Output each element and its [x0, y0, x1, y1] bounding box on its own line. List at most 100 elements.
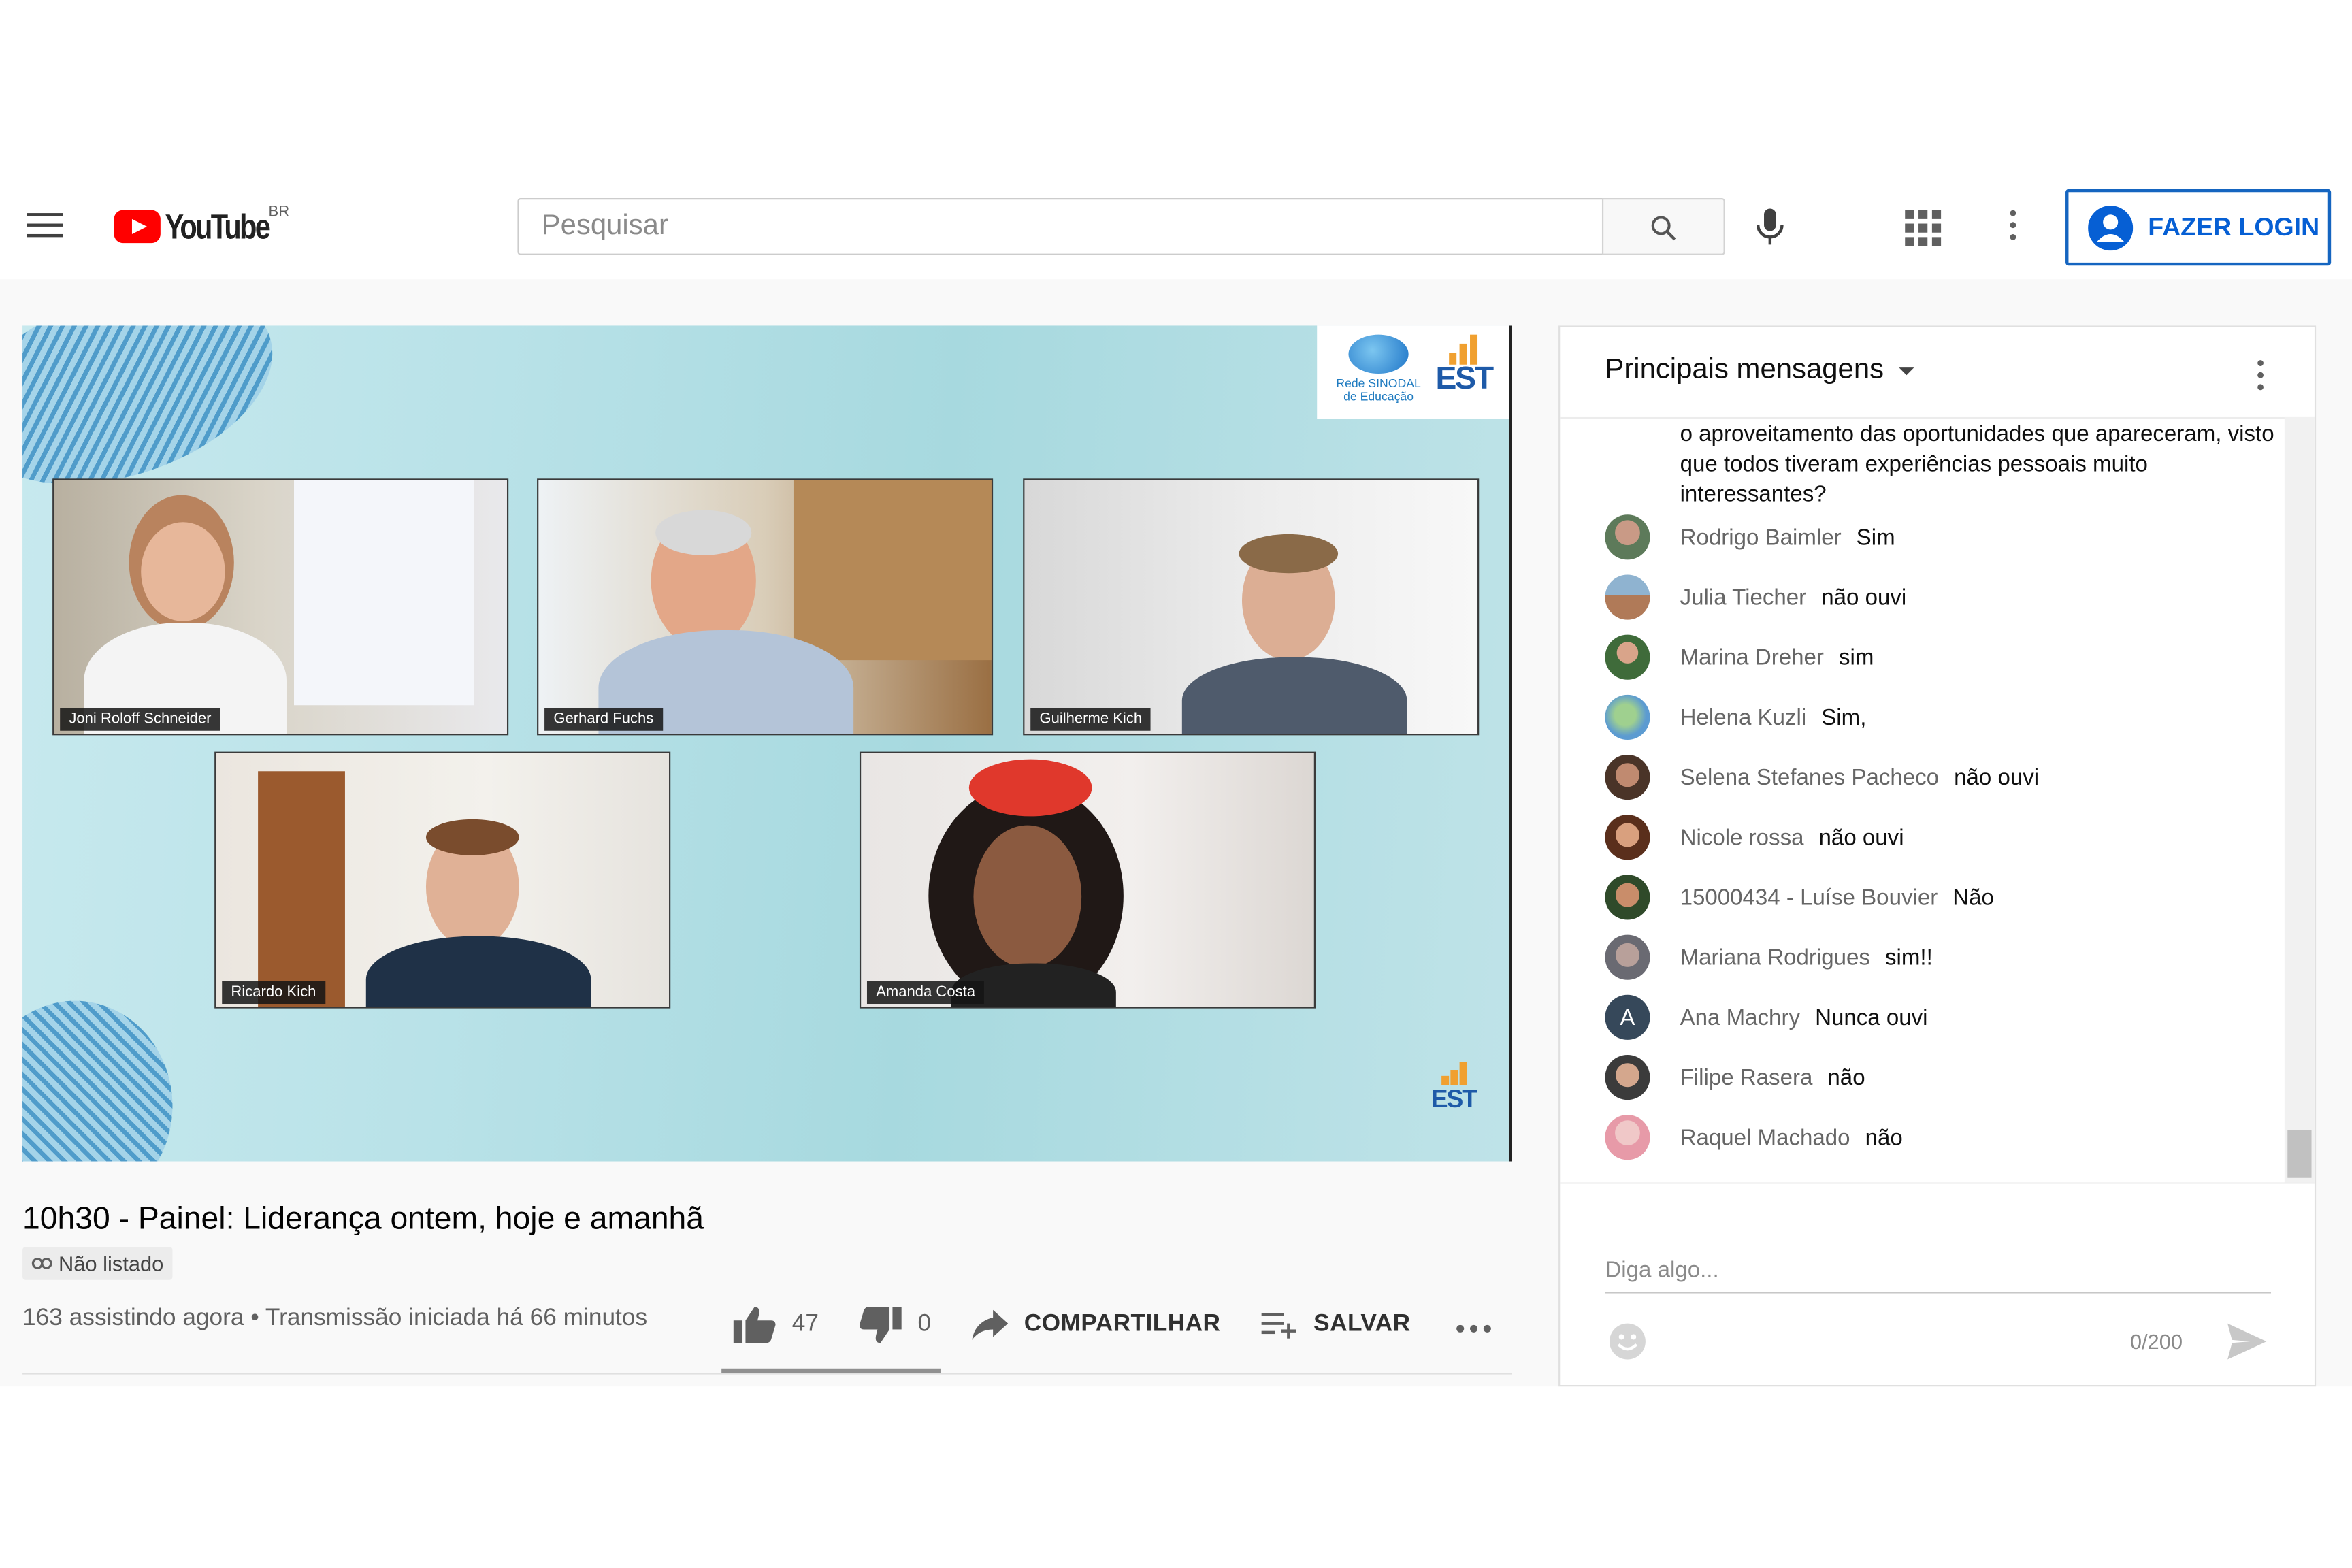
chat-message: A Ana Machry Nunca ouvi	[1605, 994, 2280, 1042]
chat-author: 15000434 - Luíse Bouvier	[1680, 884, 1938, 911]
chat-input-area: 0/200	[1560, 1182, 2315, 1389]
dislike-button[interactable]: 0	[858, 1305, 931, 1344]
chat-text: Sim,	[1821, 704, 1867, 730]
chat-text: Sim	[1856, 524, 1895, 551]
chat-message: 15000434 - Luíse Bouvier Não	[1605, 873, 2280, 921]
avatar[interactable]	[1605, 694, 1650, 740]
apps-grid-icon[interactable]	[1905, 210, 1942, 246]
chat-author: Ana Machry	[1680, 1004, 1801, 1030]
chat-text: não ouvi	[1821, 584, 1907, 610]
video-title: 10h30 - Painel: Liderança ontem, hoje e …	[22, 1202, 704, 1237]
chat-author: Marina Dreher	[1680, 644, 1824, 670]
chat-message: Raquel Machado não	[1605, 1113, 2280, 1162]
char-counter: 0/200	[2129, 1329, 2183, 1354]
chat-mode-dropdown[interactable]: Principais mensagens	[1605, 354, 1914, 387]
share-icon	[971, 1309, 1008, 1340]
sponsor-logos: Rede SINODAL de Educação EST	[1317, 325, 1512, 419]
chat-author: Filipe Rasera	[1680, 1064, 1813, 1090]
chat-message-list[interactable]: o aproveitamento das oportunidades que a…	[1560, 417, 2286, 1182]
search-icon	[1651, 216, 1676, 241]
chat-message: Filipe Rasera não	[1605, 1054, 2280, 1102]
save-label: SALVAR	[1313, 1311, 1411, 1337]
share-button[interactable]: COMPARTILHAR	[970, 1309, 1220, 1342]
watching-count: 163 assistindo agora	[22, 1305, 244, 1331]
participant-name: Gerhard Fuchs	[544, 708, 663, 731]
more-actions-icon[interactable]	[1456, 1324, 1491, 1333]
divider	[22, 1373, 1512, 1375]
chat-text: não ouvi	[1818, 824, 1904, 851]
est-logo: EST	[1431, 331, 1497, 395]
account-circle-icon	[2088, 204, 2134, 250]
more-vert-icon[interactable]	[2257, 360, 2264, 396]
participant-name: Guilherme Kich	[1030, 708, 1152, 731]
chat-mode-label: Principais mensagens	[1605, 354, 1884, 386]
avatar[interactable]	[1605, 574, 1650, 620]
avatar[interactable]	[1605, 1054, 1650, 1100]
avatar[interactable]	[1605, 755, 1650, 800]
avatar[interactable]	[1605, 634, 1650, 680]
rede-sinodal-logo: Rede SINODAL de Educação	[1332, 334, 1425, 404]
chat-text: Nunca ouvi	[1815, 1004, 1928, 1030]
chat-message: Selena Stefanes Pacheco não ouvi	[1605, 753, 2280, 802]
participant-name: Joni Roloff Schneider	[60, 708, 220, 731]
login-label: FAZER LOGIN	[2148, 212, 2320, 241]
more-vert-icon[interactable]	[2007, 210, 2019, 244]
avatar[interactable]	[1605, 815, 1650, 860]
youtube-play-icon	[114, 210, 161, 244]
save-button[interactable]: SALVAR	[1260, 1310, 1411, 1340]
video-actions: 47 0 COMPARTILHAR SALVAR	[732, 1299, 1450, 1350]
send-icon[interactable]	[2226, 1322, 2268, 1368]
avatar[interactable]	[1605, 514, 1650, 560]
participant-tile: Guilherme Kich	[1023, 478, 1480, 736]
rede-logo-line1: Rede SINODAL	[1336, 376, 1421, 391]
like-count: 47	[791, 1311, 819, 1337]
chat-input[interactable]	[1605, 1247, 2272, 1294]
chat-author: Julia Tiecher	[1680, 584, 1807, 610]
thumbs-down-icon	[859, 1307, 902, 1343]
masthead: YouTube BR FAZER LOGIN	[0, 177, 2352, 280]
search-box	[517, 198, 1604, 255]
video-meta: 163 assistindo agora • Transmissão inici…	[22, 1305, 647, 1333]
chat-text: não	[1827, 1064, 1865, 1090]
chat-text: sim!!	[1884, 944, 1933, 970]
scrollbar-thumb[interactable]	[2287, 1130, 2312, 1178]
participant-name: Amanda Costa	[866, 981, 985, 1004]
menu-icon[interactable]	[27, 213, 63, 240]
like-button[interactable]: 47	[732, 1305, 819, 1344]
chat-message: Mariana Rodrigues sim!!	[1605, 933, 2280, 981]
participant-name: Ricardo Kich	[222, 981, 325, 1004]
stream-started: Transmissão iniciada há 66 minutos	[265, 1305, 648, 1331]
sentiment-bar	[721, 1368, 941, 1373]
chat-message: Rodrigo Baimler Sim	[1605, 513, 2280, 561]
video-player[interactable]: Rede SINODAL de Educação EST Joni Roloff…	[22, 325, 1512, 1162]
search-button[interactable]	[1601, 198, 1725, 255]
avatar[interactable]: A	[1605, 994, 1650, 1040]
chat-author: Rodrigo Baimler	[1680, 524, 1842, 551]
avatar[interactable]	[1605, 875, 1650, 920]
playlist-add-icon	[1260, 1313, 1296, 1339]
chat-header: Principais mensagens	[1560, 327, 2315, 419]
rede-logo-line2: de Educação	[1343, 390, 1414, 404]
chat-author: Mariana Rodrigues	[1680, 944, 1870, 970]
chat-text: Não	[1953, 884, 1994, 911]
search-input[interactable]	[519, 199, 1602, 254]
emoji-icon[interactable]	[1608, 1322, 1647, 1368]
mic-icon[interactable]	[1752, 207, 1788, 253]
chat-author: Selena Stefanes Pacheco	[1680, 764, 1940, 790]
chat-author: Helena Kuzli	[1680, 704, 1807, 730]
dropdown-caret-icon	[1899, 367, 1914, 375]
chat-scrollbar[interactable]	[2284, 416, 2315, 1183]
login-button[interactable]: FAZER LOGIN	[2065, 189, 2332, 266]
avatar[interactable]	[1605, 1115, 1650, 1160]
country-code: BR	[268, 203, 290, 221]
watch-page: Rede SINODAL de Educação EST Joni Roloff…	[0, 279, 2352, 1389]
avatar[interactable]	[1605, 934, 1650, 980]
chat-message: Nicole rossa não ouvi	[1605, 813, 2280, 862]
unlisted-badge: Não listado	[22, 1247, 173, 1280]
chat-text: sim	[1838, 644, 1874, 670]
est-logo-text: EST	[1435, 361, 1494, 397]
meta-separator: •	[250, 1305, 259, 1331]
dislike-count: 0	[917, 1311, 932, 1337]
thumbs-up-icon	[733, 1307, 776, 1343]
chat-message: Julia Tiecher não ouvi	[1605, 573, 2280, 621]
